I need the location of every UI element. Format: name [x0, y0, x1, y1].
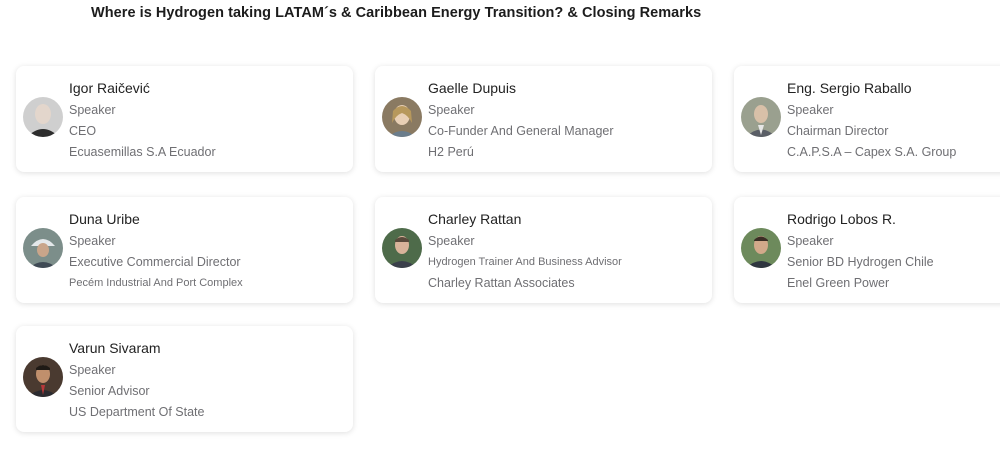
speaker-name: Igor Raičević: [69, 80, 150, 96]
speakers-page: Where is Hydrogen taking LATAM´s & Carib…: [0, 0, 1000, 457]
speaker-title: Senior Advisor: [69, 384, 150, 398]
speaker-title: Senior BD Hydrogen Chile: [787, 255, 934, 269]
speaker-photo: [23, 97, 63, 137]
session-title: Where is Hydrogen taking LATAM´s & Carib…: [91, 5, 702, 21]
speaker-title: Hydrogen Trainer And Business Advisor: [428, 256, 622, 268]
speaker-card[interactable]: Rodrigo Lobos R. Speaker Senior BD Hydro…: [734, 197, 1000, 303]
speaker-name: Varun Sivaram: [69, 340, 161, 356]
speaker-card[interactable]: Igor Raičević Speaker CEO Ecuasemillas S…: [16, 66, 353, 172]
speaker-card[interactable]: Eng. Sergio Raballo Speaker Chairman Dir…: [734, 66, 1000, 172]
speaker-organization: Pecém Industrial And Port Complex: [69, 277, 243, 289]
speaker-role: Speaker: [69, 234, 116, 248]
speaker-name: Duna Uribe: [69, 211, 140, 227]
speaker-role: Speaker: [69, 363, 116, 377]
speaker-name: Eng. Sergio Raballo: [787, 80, 912, 96]
speaker-title: Executive Commercial Director: [69, 255, 241, 269]
speaker-name: Rodrigo Lobos R.: [787, 211, 896, 227]
speaker-card[interactable]: Gaelle Dupuis Speaker Co-Funder And Gene…: [375, 66, 712, 172]
speaker-role: Speaker: [787, 234, 834, 248]
speaker-role: Speaker: [428, 103, 475, 117]
speaker-card[interactable]: Varun Sivaram Speaker Senior Advisor US …: [16, 326, 353, 432]
speaker-title: CEO: [69, 124, 97, 138]
speaker-organization: Charley Rattan Associates: [428, 276, 575, 290]
speaker-photo: [741, 97, 781, 137]
speaker-name: Gaelle Dupuis: [428, 80, 516, 96]
speaker-photo: [382, 97, 422, 137]
speaker-organization: US Department Of State: [69, 405, 205, 419]
speaker-role: Speaker: [69, 103, 116, 117]
speaker-photo: [23, 228, 63, 268]
speaker-photo: [23, 357, 63, 397]
speaker-organization: C.A.P.S.A – Capex S.A. Group: [787, 145, 957, 159]
speaker-organization: Enel Green Power: [787, 276, 890, 290]
speaker-title: Co-Funder And General Manager: [428, 124, 614, 138]
speaker-title: Chairman Director: [787, 124, 889, 138]
speaker-card[interactable]: Charley Rattan Speaker Hydrogen Trainer …: [375, 197, 712, 303]
speaker-organization: H2 Perú: [428, 145, 474, 159]
speaker-organization: Ecuasemillas S.A Ecuador: [69, 145, 216, 159]
speaker-photo: [741, 228, 781, 268]
speaker-card[interactable]: Duna Uribe Speaker Executive Commercial …: [16, 197, 353, 303]
speaker-role: Speaker: [428, 234, 475, 248]
speaker-name: Charley Rattan: [428, 211, 522, 227]
speaker-role: Speaker: [787, 103, 834, 117]
speaker-photo: [382, 228, 422, 268]
